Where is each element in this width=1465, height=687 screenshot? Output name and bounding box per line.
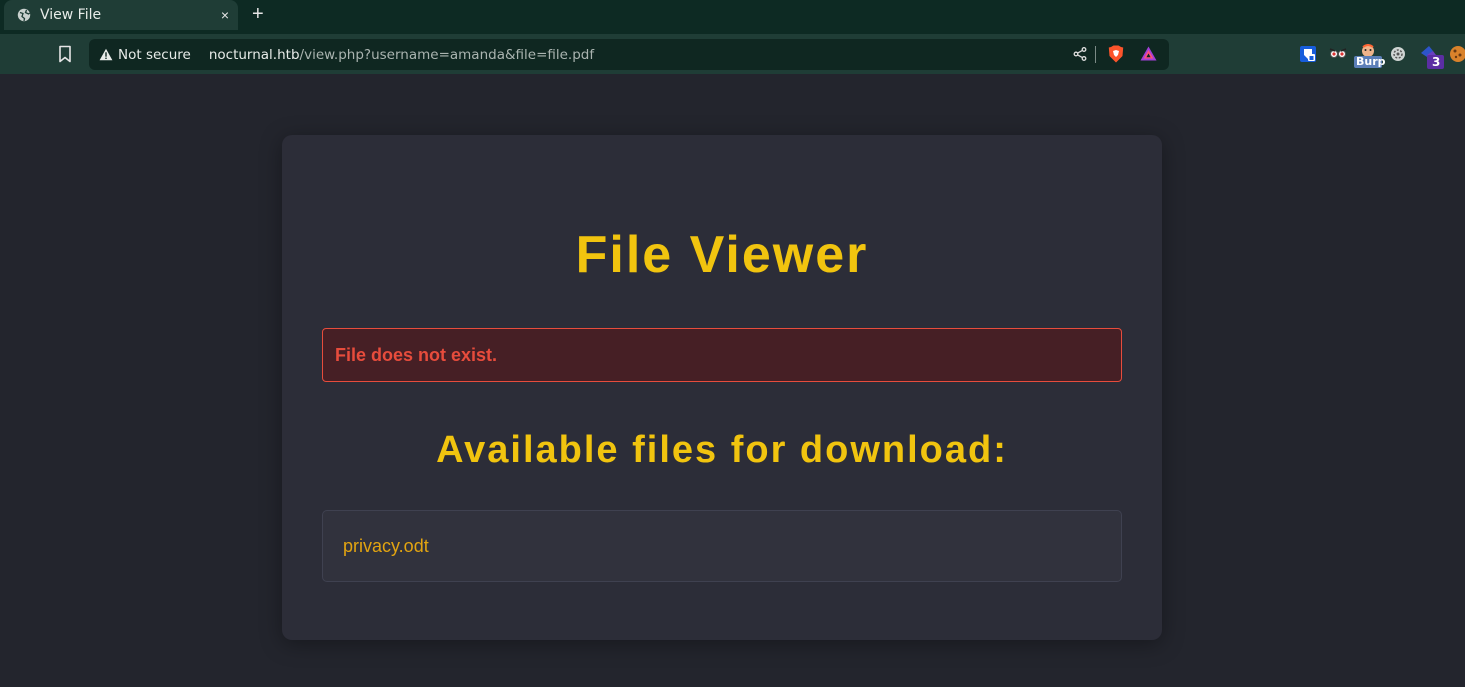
file-list: privacy.odt bbox=[322, 510, 1122, 582]
tab-title: View File bbox=[40, 7, 102, 23]
bookmark-icon[interactable] bbox=[57, 45, 73, 68]
hackbar-badge: 3 bbox=[1432, 55, 1441, 69]
share-icon[interactable] bbox=[1073, 47, 1087, 65]
address-bar-divider bbox=[1095, 46, 1096, 63]
address-bar[interactable]: Not secure nocturnal.htb/view.php?userna… bbox=[89, 39, 1169, 70]
browser-toolbar: Not secure nocturnal.htb/view.php?userna… bbox=[0, 34, 1465, 74]
tab-strip: View File × + bbox=[0, 0, 1465, 34]
available-files-heading: Available files for download: bbox=[436, 429, 1008, 471]
new-tab-button[interactable]: + bbox=[252, 4, 264, 24]
file-link-privacy-odt[interactable]: privacy.odt bbox=[343, 536, 429, 557]
file-viewer-card: File Viewer File does not exist. Availab… bbox=[282, 135, 1162, 640]
extension-gear-icon[interactable] bbox=[1390, 46, 1406, 67]
hackbar-icon[interactable]: 3 bbox=[1419, 43, 1445, 74]
security-label[interactable]: Not secure bbox=[118, 47, 191, 63]
tab-view-file[interactable]: View File × bbox=[4, 0, 238, 30]
wappalyzer-icon[interactable] bbox=[1329, 46, 1347, 67]
bitwarden-icon[interactable] bbox=[1299, 45, 1317, 68]
error-message: File does not exist. bbox=[335, 344, 498, 365]
error-alert: File does not exist. bbox=[322, 328, 1122, 382]
url-text[interactable]: nocturnal.htb/view.php?username=amanda&f… bbox=[209, 47, 594, 63]
burp-badge: Burp bbox=[1356, 55, 1386, 68]
cookie-icon[interactable] bbox=[1449, 45, 1465, 68]
tab-close-icon[interactable]: × bbox=[221, 7, 229, 23]
globe-icon bbox=[17, 8, 31, 22]
page-viewport: File Viewer File does not exist. Availab… bbox=[0, 74, 1465, 687]
url-host: nocturnal.htb bbox=[208, 46, 300, 63]
burp-icon[interactable]: Burp bbox=[1353, 44, 1386, 73]
warning-icon[interactable] bbox=[99, 48, 113, 61]
url-path: /view.php?username=amanda&file=file.pdf bbox=[299, 46, 595, 63]
brave-shields-icon[interactable] bbox=[1108, 45, 1124, 67]
page-title: File Viewer bbox=[575, 226, 869, 284]
brave-rewards-icon[interactable] bbox=[1140, 46, 1157, 65]
